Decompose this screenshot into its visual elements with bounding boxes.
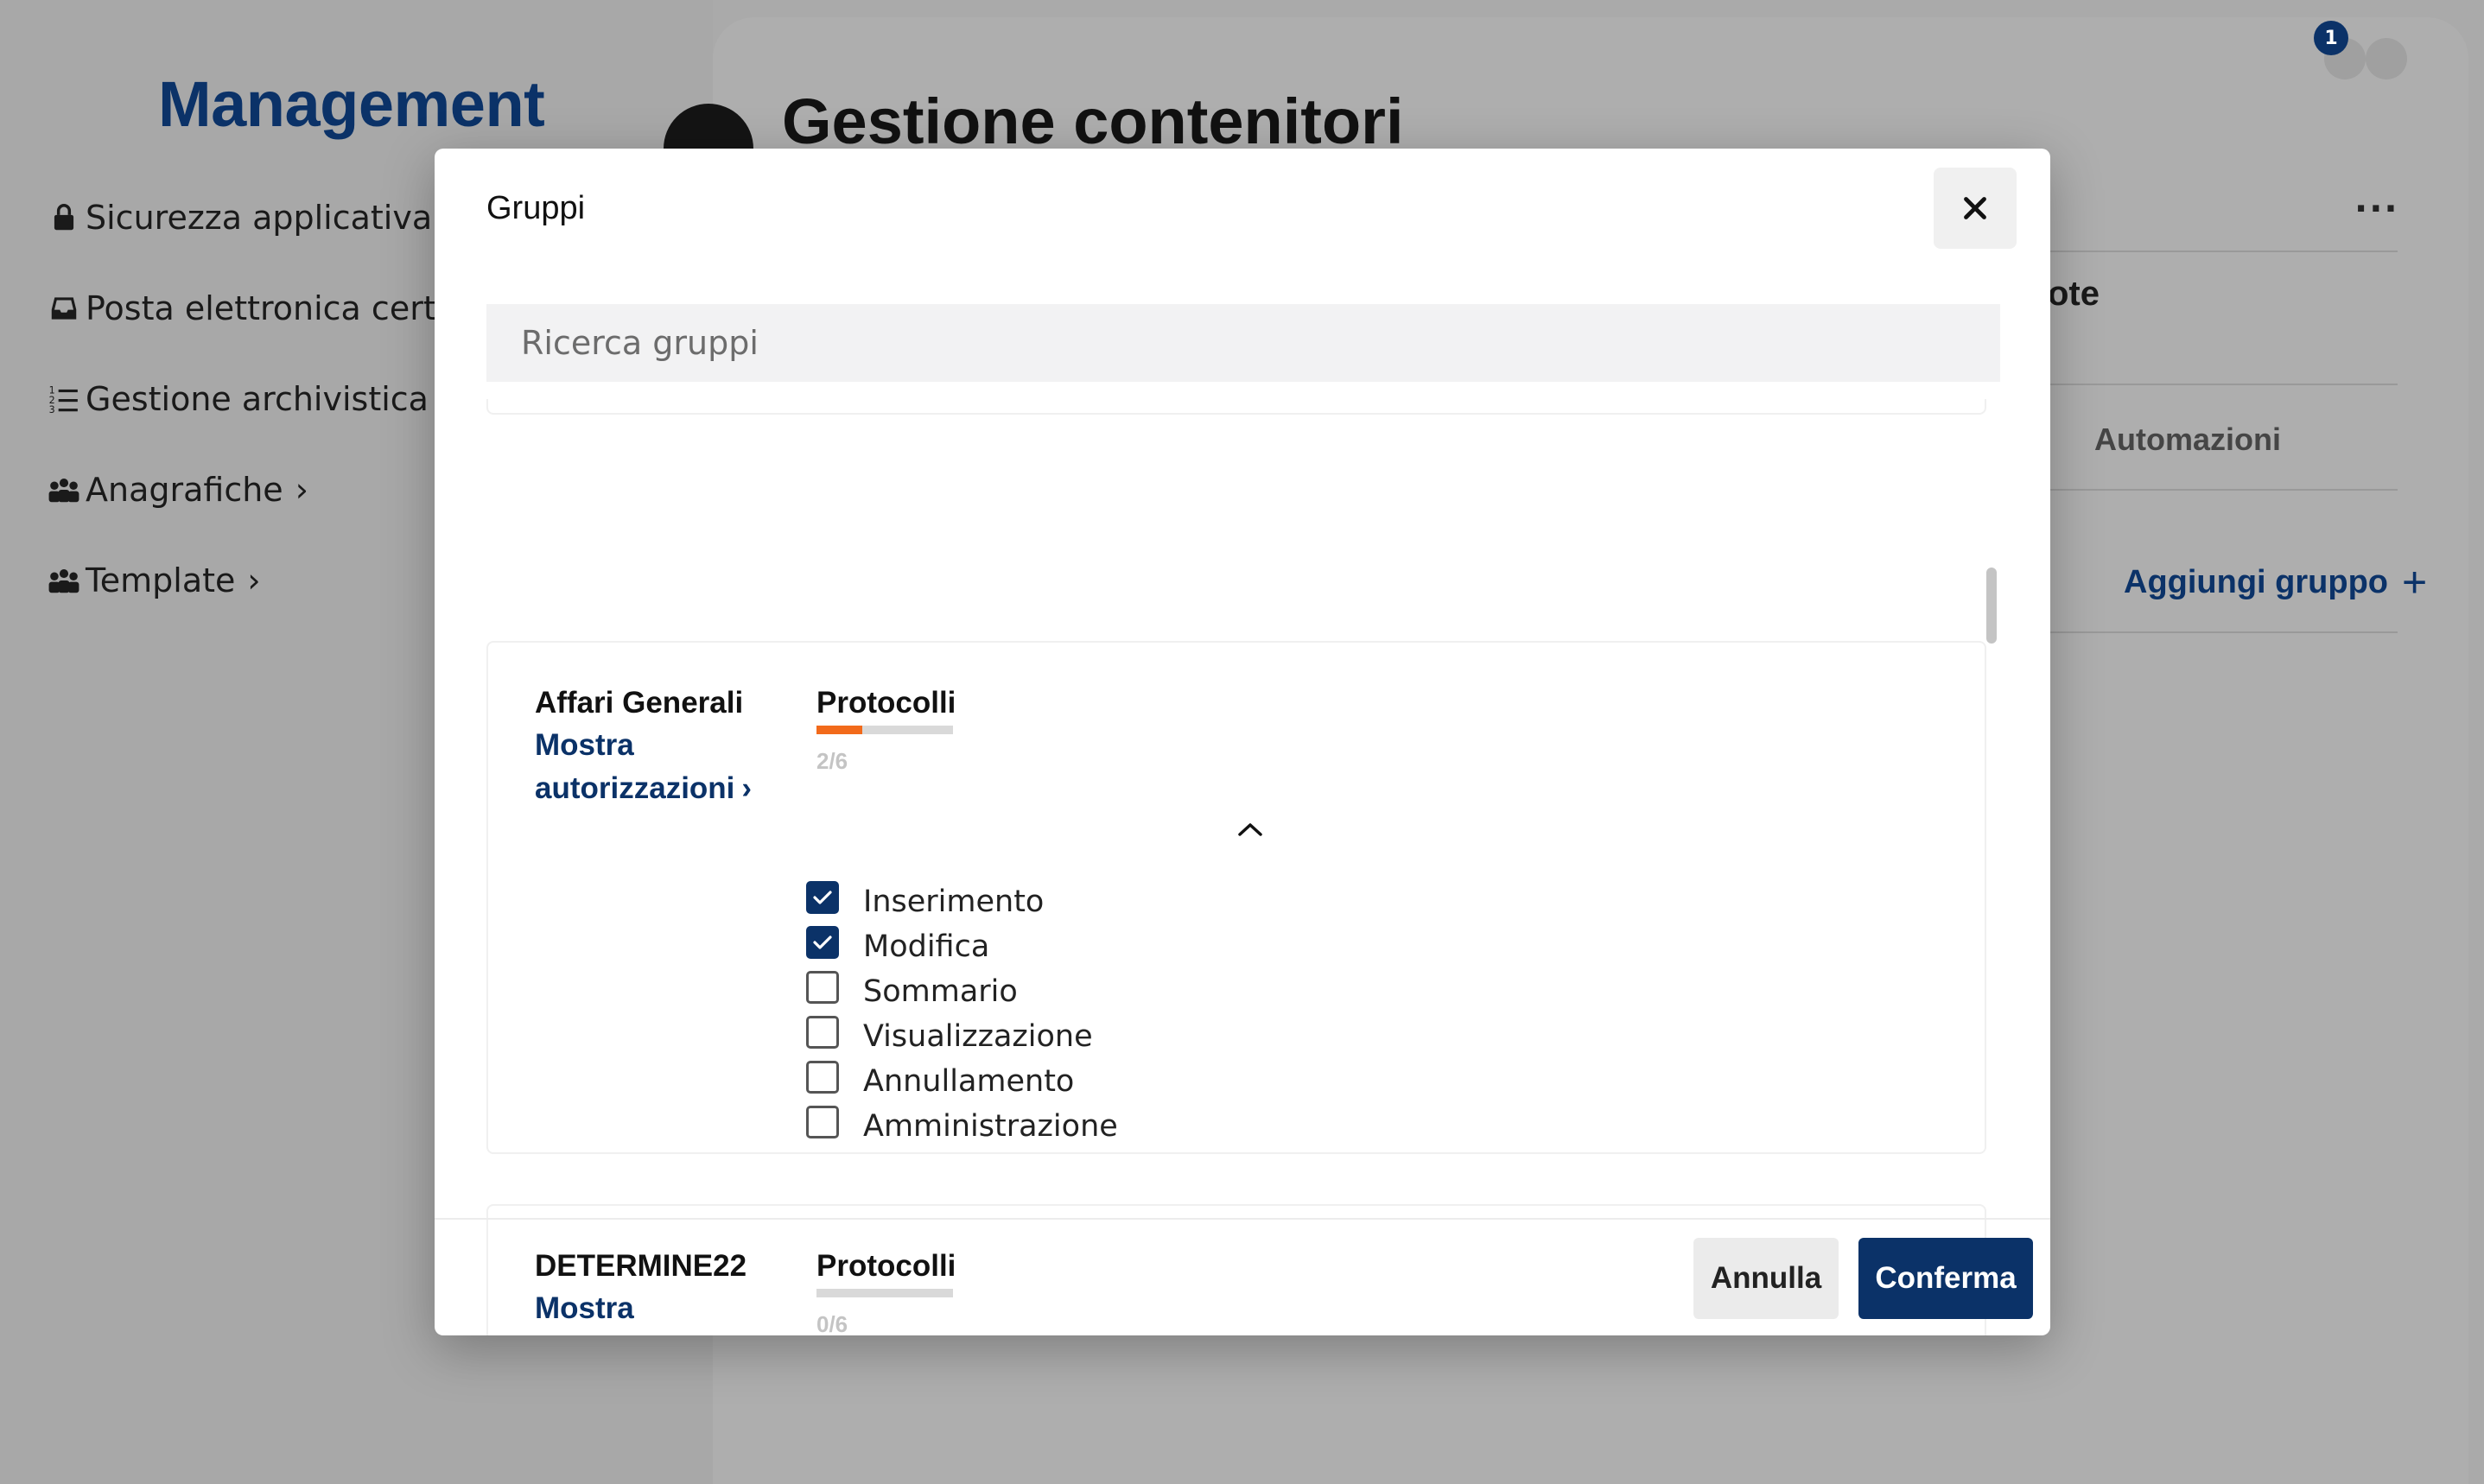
chevron-right-icon: › [247,561,261,599]
permission-label: Annullamento [863,1064,1075,1099]
chevron-right-icon: › [295,471,308,509]
show-authorizations-label: Mostra autorizzazioni [535,1291,734,1335]
permission-label: Sommario [863,974,1018,1009]
permission-category: Protocolli [816,1249,956,1283]
groups-modal: Gruppi Affari Generali Mostra autorizzaz… [435,149,2050,1335]
people-icon [48,569,79,593]
show-authorizations-link[interactable]: Mostra autorizzazioni› [535,724,777,810]
sidebar-item-archivistica[interactable]: 123 Gestione archivistica › [48,380,454,418]
page-title: Gestione contenitori [782,86,1404,157]
permission-label: Visualizzazione [863,1019,1093,1054]
progress-bar [816,726,953,734]
more-options-icon[interactable]: ··· [2354,192,2399,226]
add-group-button[interactable]: Aggiungi gruppo + [2124,561,2427,604]
divider [2039,631,2398,633]
divider [2039,384,2398,385]
confirm-button[interactable]: Conferma [1858,1238,2033,1319]
group-list[interactable]: Affari Generali Mostra autorizzazioni › P… [486,399,2000,1335]
inbox-icon [51,297,77,320]
close-icon [1964,197,1986,219]
group-name: Affari Generali [535,686,744,720]
scrollbar[interactable] [1986,568,1997,827]
permission-checkbox[interactable] [806,1106,839,1138]
cancel-button[interactable]: Annulla [1693,1238,1839,1319]
sidebar-item-template[interactable]: Template › [48,561,261,599]
progress-count: 0/6 [816,1311,848,1335]
close-button[interactable] [1934,168,2017,249]
permission-label: Inserimento [863,885,1045,919]
divider [2039,251,2398,252]
show-authorizations-label: Mostra autorizzazioni [535,728,735,805]
permission-row: Visualizzazione [806,1016,1093,1054]
sidebar-item-sicurezza[interactable]: Sicurezza applicativa › [48,199,457,237]
divider [2039,489,2398,491]
group-name: DETERMINE22 [535,1249,747,1283]
sidebar-item-label: Anagrafiche [86,471,283,509]
permission-row: Annullamento [806,1061,1075,1099]
group-card: Affari Generali Mostra autorizzazioni › P… [486,641,1986,1154]
user-avatar[interactable] [2366,38,2407,79]
show-authorizations-link[interactable]: Mostra autorizzazioni › [535,1287,777,1335]
permission-row: Sommario [806,971,1018,1009]
footer-divider [435,1218,2050,1220]
numbered-list-icon: 123 [49,385,78,415]
sidebar-item-label: Gestione archivistica [86,380,429,418]
permission-checkbox[interactable] [806,926,839,959]
permission-category: Protocolli [816,686,956,720]
permission-label: Amministrazione [863,1109,1118,1144]
tab-automazioni[interactable]: Automazioni [2094,422,2281,458]
sidebar-item-label: Sicurezza applicativa [86,199,433,237]
people-icon [48,479,79,503]
chevron-right-icon: › [741,771,753,805]
brand-title: Management [158,68,545,140]
permission-checkbox[interactable] [806,971,839,1004]
permission-row: Modifica [806,926,990,964]
notifications[interactable]: 1 [2314,21,2407,79]
permission-checkbox[interactable] [806,881,839,914]
permission-checkbox[interactable] [806,1061,839,1094]
svg-text:3: 3 [49,404,55,415]
notification-badge: 1 [2314,21,2348,55]
progress-count: 2/6 [816,748,848,774]
permission-row: Inserimento [806,881,1045,919]
chevron-up-icon [1238,823,1262,836]
progress-bar [816,1289,953,1297]
sidebar-item-anagrafiche[interactable]: Anagrafiche › [48,471,308,509]
modal-title: Gruppi [486,190,586,226]
permission-checkbox[interactable] [806,1016,839,1049]
chevron-right-icon: › [741,1330,752,1335]
add-group-label: Aggiungi gruppo [2124,563,2389,600]
search-input[interactable] [486,304,2000,382]
sidebar-item-label: Template [86,561,236,599]
collapse-button[interactable] [1233,812,1267,847]
scrollbar-thumb[interactable] [1986,568,1997,644]
permission-label: Modifica [863,929,990,964]
column-label-fragment: ote [2048,275,2100,313]
plus-icon: + [2402,558,2428,606]
progress-fill [816,726,862,734]
permission-row: Amministrazione [806,1106,1118,1144]
group-card [486,399,1986,415]
lock-icon [54,204,74,231]
